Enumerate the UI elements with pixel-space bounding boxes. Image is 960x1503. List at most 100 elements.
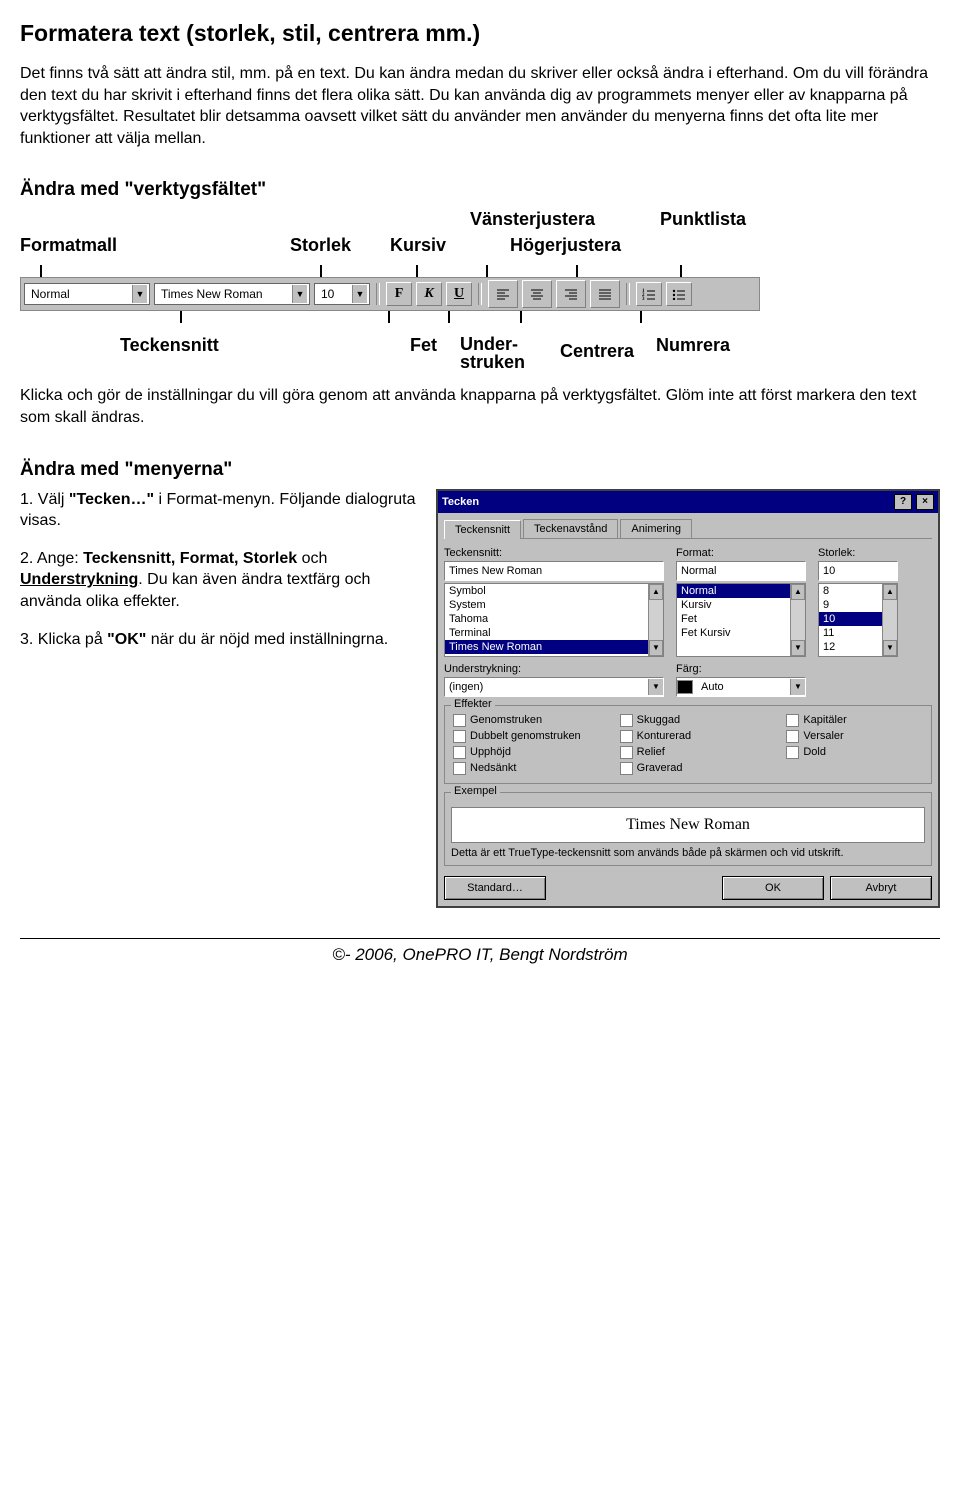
intro-paragraph: Det finns två sätt att ändra stil, mm. p… [20,63,940,149]
scroll-up-icon[interactable]: ▲ [791,584,805,600]
dropdown-arrow-icon: ▼ [352,285,367,303]
size-dropdown[interactable]: 10 ▼ [314,283,370,305]
list-item[interactable]: Times New Roman [445,640,663,654]
align-justify-button[interactable] [590,280,620,308]
checkbox-nedsankt[interactable]: Nedsänkt [453,762,590,775]
numbered-list-button[interactable]: 123 [636,282,662,306]
align-right-icon [564,288,578,300]
color-swatch-icon [677,680,693,694]
underline-button[interactable]: U [446,282,472,306]
label-kursiv: Kursiv [390,235,446,256]
font-input[interactable]: Times New Roman [444,561,664,581]
color-label: Färg: [676,663,806,675]
bullet-list-icon [672,288,686,300]
label-fet: Fet [410,335,437,356]
label-formatmall: Formatmall [20,235,117,256]
scroll-down-icon[interactable]: ▼ [883,640,897,656]
step-2: 2. Ange: Teckensnitt, Format, Storlek oc… [20,548,416,613]
ok-button[interactable]: OK [722,876,824,900]
list-item[interactable]: Terminal [445,626,663,640]
style-dropdown[interactable]: Normal ▼ [24,283,150,305]
scroll-up-icon[interactable]: ▲ [649,584,663,600]
toolbar-bottom-labels: Teckensnitt Fet Under-struken Centrera N… [20,323,760,377]
help-button[interactable]: ? [894,494,912,510]
svg-text:3: 3 [642,297,645,300]
checkbox-relief[interactable]: Relief [620,746,757,759]
align-right-button[interactable] [556,280,586,308]
dropdown-arrow-icon: ▼ [790,679,805,695]
list-item[interactable]: Tahoma [445,612,663,626]
step-3: 3. Klicka på "OK" när du är nöjd med ins… [20,629,416,651]
list-item[interactable]: Fet [677,612,805,626]
align-center-button[interactable] [522,280,552,308]
checkbox-upphojd[interactable]: Upphöjd [453,746,590,759]
dialog-tabs: Teckensnitt Teckenavstånd Animering [444,519,932,539]
list-item[interactable]: System [445,598,663,612]
step-1: 1. Välj "Tecken…" i Format-menyn. Följan… [20,489,416,532]
underline-dropdown[interactable]: (ingen)▼ [444,677,664,697]
label-centrera: Centrera [560,341,634,362]
align-left-icon [496,288,510,300]
preview-box: Times New Roman [451,807,925,843]
bullet-list-button[interactable] [666,282,692,306]
font-dropdown[interactable]: Times New Roman ▼ [154,283,310,305]
checkbox-skuggad[interactable]: Skuggad [620,714,757,727]
checkbox-konturerad[interactable]: Konturerad [620,730,757,743]
section2-heading: Ändra med "menyerna" [20,459,940,481]
standard-button[interactable]: Standard… [444,876,546,900]
align-justify-icon [598,288,612,300]
checkbox-kapitaler[interactable]: Kapitäler [786,714,923,727]
list-item[interactable]: Kursiv [677,598,805,612]
align-center-icon [530,288,544,300]
steps-column: 1. Välj "Tecken…" i Format-menyn. Följan… [20,489,416,908]
checkbox-genomstruken[interactable]: Genomstruken [453,714,590,727]
scroll-down-icon[interactable]: ▼ [791,640,805,656]
tab-teckenavstand[interactable]: Teckenavstånd [523,519,618,538]
section1-heading: Ändra med "verktygsfältet" [20,179,940,201]
exempel-legend: Exempel [451,785,500,797]
tab-animering[interactable]: Animering [620,519,692,538]
dialog-title: Tecken [442,496,890,508]
close-button[interactable]: × [916,494,934,510]
size-value: 10 [317,287,352,301]
format-label: Format: [676,547,806,559]
section1-text: Klicka och gör de inställningar du vill … [20,385,940,428]
toolbar-top-labels: Vänsterjustera Punktlista Formatmall Sto… [20,209,760,265]
scroll-up-icon[interactable]: ▲ [883,584,897,600]
dropdown-arrow-icon: ▼ [292,285,307,303]
list-item[interactable]: Normal [677,584,805,598]
dropdown-arrow-icon: ▼ [132,285,147,303]
format-listbox[interactable]: Normal Kursiv Fet Fet Kursiv ▲ ▼ [676,583,806,657]
font-listbox[interactable]: Symbol System Tahoma Terminal Times New … [444,583,664,657]
label-numrera: Numrera [656,335,730,356]
color-dropdown[interactable]: Auto▼ [676,677,806,697]
scroll-down-icon[interactable]: ▼ [649,640,663,656]
effects-group: Effekter Genomstruken Dubbelt genomstruk… [444,705,932,784]
label-vansterjustera: Vänsterjustera [470,209,595,230]
toolbar-illustration: Vänsterjustera Punktlista Formatmall Sto… [20,209,760,377]
label-storlek: Storlek [290,235,351,256]
font-value: Times New Roman [157,287,292,301]
checkbox-dubbelt-genomstruken[interactable]: Dubbelt genomstruken [453,730,590,743]
numbered-list-icon: 123 [642,288,656,300]
size-input[interactable]: 10 [818,561,898,581]
dialog-titlebar: Tecken ? × [438,491,938,513]
checkbox-graverad[interactable]: Graverad [620,762,757,775]
tecken-dialog: Tecken ? × Teckensnitt Teckenavstånd Ani… [436,489,940,908]
italic-button[interactable]: K [416,282,442,306]
checkbox-dold[interactable]: Dold [786,746,923,759]
checkbox-versaler[interactable]: Versaler [786,730,923,743]
size-listbox[interactable]: 8 9 10 11 12 ▲▼ [818,583,898,657]
tab-teckensnitt[interactable]: Teckensnitt [444,520,521,539]
cancel-button[interactable]: Avbryt [830,876,932,900]
label-punktlista: Punktlista [660,209,746,230]
format-input[interactable]: Normal [676,561,806,581]
list-item[interactable]: Fet Kursiv [677,626,805,640]
list-item[interactable]: Symbol [445,584,663,598]
dropdown-arrow-icon: ▼ [648,679,663,695]
formatting-toolbar: Normal ▼ Times New Roman ▼ 10 ▼ F K U 1 [20,277,760,311]
align-left-button[interactable] [488,280,518,308]
bold-button[interactable]: F [386,282,412,306]
note-text: Detta är ett TrueType-teckensnitt som an… [451,847,925,859]
effects-legend: Effekter [451,698,495,710]
